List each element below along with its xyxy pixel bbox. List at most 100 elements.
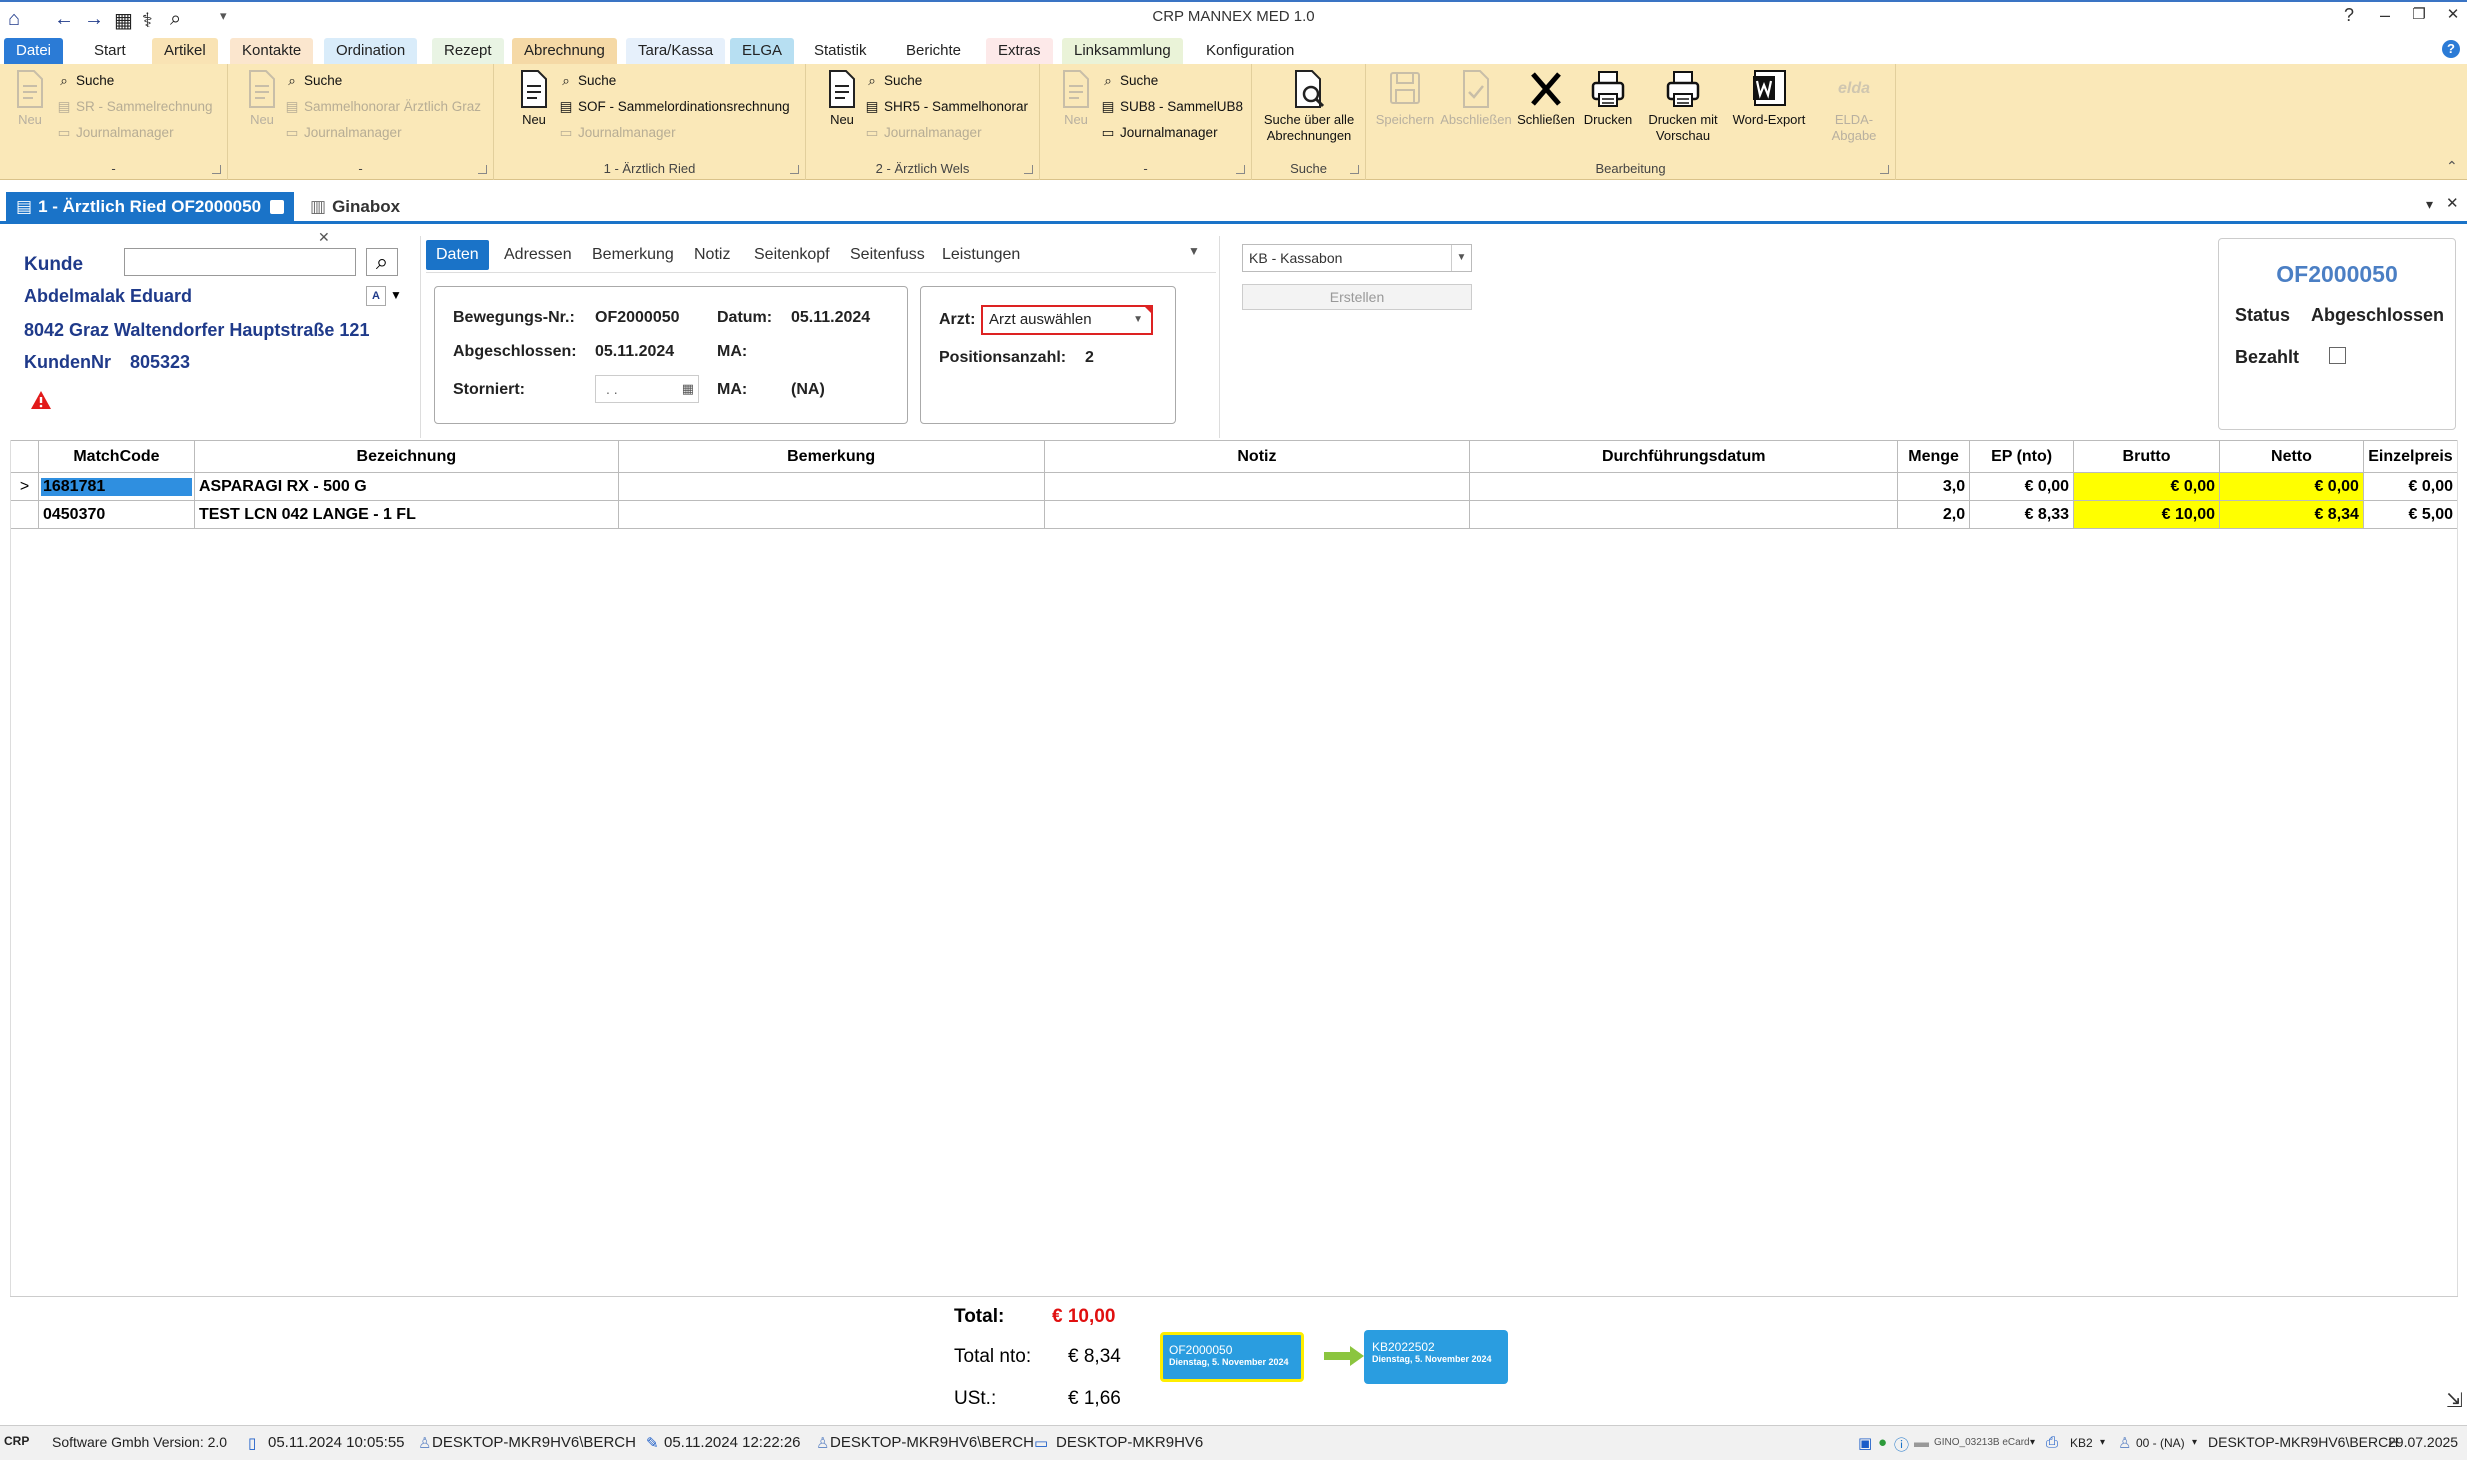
search-button-1[interactable]: ⌕ Suche [56, 70, 114, 92]
new-button-1[interactable]: Neu [8, 68, 52, 128]
printer-icon[interactable]: ⎙ [2046, 1434, 2058, 1451]
menu-abrechnung[interactable]: Abrechnung [512, 38, 617, 64]
customer-info-button[interactable]: A [366, 286, 386, 306]
menu-tara-kassa[interactable]: Tara/Kassa [626, 38, 726, 64]
tab-adressen[interactable]: Adressen [494, 240, 582, 270]
menu-artikel[interactable]: Artikel [152, 38, 218, 64]
source-document-card[interactable]: OF2000050 Dienstag, 5. November 2024 [1160, 1332, 1304, 1382]
ribbon-item-sof[interactable]: ▤ SOF - Sammelordinationsrechnung [558, 96, 790, 118]
menu-extras[interactable]: Extras [986, 38, 1053, 64]
cell-matchcode[interactable]: 1681781 [37, 472, 195, 501]
column-header-bezeichnung[interactable]: Bezeichnung [193, 440, 619, 473]
customer-search-button[interactable]: ⌕ [366, 248, 398, 276]
cell-brutto[interactable]: € 10,00 [2073, 500, 2220, 529]
cell-bezeichnung[interactable]: ASPARAGI RX - 500 G [193, 472, 619, 501]
cell-bezeichnung[interactable]: TEST LCN 042 LANGE - 1 FL [193, 500, 619, 529]
document-type-select[interactable]: KB - Kassabon ▼ [1242, 244, 1472, 272]
doctor-select[interactable]: Arzt auswählen ▼ [981, 305, 1153, 335]
help-button[interactable]: ? [2334, 5, 2364, 26]
elda-submit-button[interactable]: elda ELDA-Abgabe [1814, 68, 1894, 144]
table-row[interactable]: > 1681781 ASPARAGI RX - 500 G 3,0 € 0,00… [10, 472, 2459, 501]
cell-notiz[interactable] [1043, 500, 1471, 529]
tab-notiz[interactable]: Notiz [684, 240, 740, 270]
menu-ordination[interactable]: Ordination [324, 38, 418, 64]
cell-einzelpreis[interactable]: € 5,00 [2362, 500, 2459, 529]
new-button-5[interactable]: Neu [1054, 68, 1098, 128]
pin-icon[interactable] [270, 200, 284, 214]
tab-daten[interactable]: Daten [426, 240, 489, 270]
save-button[interactable]: Speichern [1374, 68, 1436, 128]
column-header-ep-nto[interactable]: EP (nto) [1969, 440, 2075, 473]
journalmanager-button-5[interactable]: ▭ Journalmanager [1100, 122, 1218, 144]
tab-leistungen[interactable]: Leistungen [932, 240, 1030, 270]
table-row[interactable]: 0450370 TEST LCN 042 LANGE - 1 FL 2,0 € … [10, 500, 2459, 529]
column-header-notiz[interactable]: Notiz [1043, 440, 1471, 473]
tab-list-dropdown-icon[interactable]: ▾ [2426, 196, 2433, 213]
calendar-icon[interactable]: ▦ [682, 376, 694, 402]
cell-bemerkung[interactable] [617, 472, 1045, 501]
menu-statistik[interactable]: Statistik [802, 38, 879, 64]
menu-berichte[interactable]: Berichte [894, 38, 973, 64]
cancelled-date-input[interactable]: . . ▦ [595, 375, 699, 403]
menu-start[interactable]: Start [82, 38, 138, 64]
menu-rezept[interactable]: Rezept [432, 38, 504, 64]
tab-seitenkopf[interactable]: Seitenkopf [744, 240, 840, 270]
journalmanager-button-4[interactable]: ▭ Journalmanager [864, 122, 982, 144]
search-button-5[interactable]: ⌕ Suche [1100, 70, 1158, 92]
collapse-ribbon-icon[interactable]: ⌃ [2446, 158, 2458, 175]
cell-menge[interactable]: 2,0 [1897, 500, 1971, 529]
paid-checkbox[interactable] [2329, 347, 2346, 364]
cell-brutto[interactable]: € 0,00 [2073, 472, 2220, 501]
group-launcher-icon[interactable] [1880, 165, 1889, 174]
menu-elga[interactable]: ELGA [730, 38, 795, 64]
search-button-4[interactable]: ⌕ Suche [864, 70, 922, 92]
chevron-down-icon[interactable]: ▾ [2192, 1437, 2197, 1448]
cell-durchfuehrungsdatum[interactable] [1469, 472, 1899, 501]
group-launcher-icon[interactable] [1236, 165, 1245, 174]
column-header-brutto[interactable]: Brutto [2073, 440, 2220, 473]
close-window-button[interactable]: ✕ [2438, 5, 2467, 23]
group-launcher-icon[interactable] [790, 165, 799, 174]
info-status-icon[interactable]: ⓘ [1894, 1434, 1909, 1455]
group-launcher-icon[interactable] [1350, 165, 1359, 174]
close-all-tabs-icon[interactable]: ✕ [2446, 194, 2459, 212]
cell-netto[interactable]: € 8,34 [2219, 500, 2364, 529]
ribbon-item-sammelhonorar[interactable]: ▤ Sammelhonorar Ärztlich Graz [284, 96, 481, 118]
cell-ep-nto[interactable]: € 8,33 [1969, 500, 2075, 529]
column-header-netto[interactable]: Netto [2219, 440, 2364, 473]
tab-seitenfuss[interactable]: Seitenfuss [840, 240, 935, 270]
cell-menge[interactable]: 3,0 [1897, 472, 1971, 501]
minimize-button[interactable]: – [2370, 5, 2400, 26]
ribbon-item-sub8[interactable]: ▤ SUB8 - SammelUB8 [1100, 96, 1243, 118]
create-button[interactable]: Erstellen [1242, 284, 1472, 310]
customer-search-input[interactable] [124, 248, 356, 276]
group-launcher-icon[interactable] [478, 165, 487, 174]
group-launcher-icon[interactable] [1024, 165, 1033, 174]
group-launcher-icon[interactable] [212, 165, 221, 174]
print-preview-button[interactable]: Drucken mit Vorschau [1638, 68, 1728, 144]
menu-kontakte[interactable]: Kontakte [230, 38, 314, 64]
cell-netto[interactable]: € 0,00 [2219, 472, 2364, 501]
target-document-card[interactable]: KB2022502 Dienstag, 5. November 2024 [1364, 1330, 1508, 1384]
cell-bemerkung[interactable] [617, 500, 1045, 529]
restore-button[interactable]: ❐ [2404, 5, 2434, 23]
cell-durchfuehrungsdatum[interactable] [1469, 500, 1899, 529]
chevron-down-icon[interactable]: ▾ [2100, 1437, 2105, 1448]
tab-active-document[interactable]: ▤ 1 - Ärztlich Ried OF2000050 [6, 192, 294, 222]
user-select-label[interactable]: 00 - (NA) [2136, 1436, 2185, 1450]
new-button-2[interactable]: Neu [240, 68, 284, 128]
new-button-4[interactable]: Neu [820, 68, 864, 128]
word-export-button[interactable]: Word-Export [1724, 68, 1814, 128]
customer-dropdown-icon[interactable]: ▼ [390, 288, 402, 302]
column-header-bemerkung[interactable]: Bemerkung [617, 440, 1045, 473]
new-button-3[interactable]: Neu [512, 68, 556, 128]
cell-ep-nto[interactable]: € 0,00 [1969, 472, 2075, 501]
search-button-2[interactable]: ⌕ Suche [284, 70, 342, 92]
ribbon-item-shr5[interactable]: ▤ SHR5 - Sammelhonorar [864, 96, 1028, 118]
info-icon[interactable]: ? [2442, 40, 2460, 58]
column-header-einzelpreis[interactable]: Einzelpreis [2362, 440, 2459, 473]
cell-notiz[interactable] [1043, 472, 1471, 501]
menu-datei[interactable]: Datei [4, 38, 64, 64]
column-header-menge[interactable]: Menge [1897, 440, 1971, 473]
menu-linksammlung[interactable]: Linksammlung [1062, 38, 1183, 64]
